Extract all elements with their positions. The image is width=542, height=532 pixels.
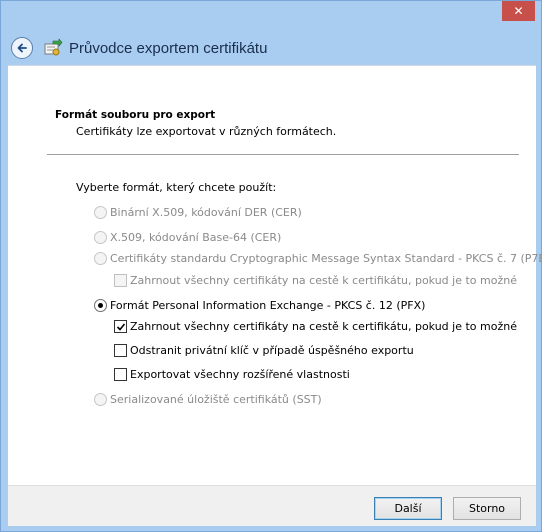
- next-button[interactable]: Další: [374, 497, 442, 520]
- cancel-button[interactable]: Storno: [453, 497, 521, 520]
- radio-option-base64[interactable]: X.509, kódování Base-64 (CER): [94, 231, 281, 244]
- checkbox-p7b-include-label: Zahrnout všechny certifikáty na cestě k …: [130, 274, 517, 287]
- radio-base64-label: X.509, kódování Base-64 (CER): [110, 231, 282, 244]
- radio-der-label: Binární X.509, kódování DER (CER): [110, 206, 302, 219]
- checkbox-pfx-include-label: Zahrnout všechny certifikáty na cestě k …: [130, 320, 517, 333]
- radio-base64[interactable]: [94, 231, 107, 244]
- checkmark-icon: [116, 323, 126, 331]
- radio-option-p7b[interactable]: Certifikáty standardu Cryptographic Mess…: [94, 252, 542, 265]
- checkbox-pfx-include[interactable]: [114, 320, 127, 333]
- radio-pfx[interactable]: [94, 299, 107, 312]
- radio-p7b-label: Certifikáty standardu Cryptographic Mess…: [110, 252, 542, 265]
- radio-option-sst[interactable]: Serializované úložiště certifikátů (SST): [94, 393, 322, 406]
- checkbox-option-p7b-include[interactable]: Zahrnout všechny certifikáty na cestě k …: [114, 274, 517, 287]
- back-button[interactable]: [11, 37, 33, 59]
- wizard-content: Formát souboru pro export Certifikáty lz…: [8, 65, 542, 485]
- section-title: Formát souboru pro export: [55, 109, 216, 121]
- checkbox-export-props-label: Exportovat všechny rozšířené vlastnosti: [130, 368, 350, 381]
- checkbox-delete-key-label: Odstranit privátní klíč v případě úspěšn…: [130, 344, 414, 357]
- certificate-wizard-icon: [44, 38, 63, 56]
- radio-option-der[interactable]: Binární X.509, kódování DER (CER): [94, 206, 302, 219]
- format-prompt: Vyberte formát, který chcete použít:: [76, 181, 277, 194]
- wizard-title: Průvodce exportem certifikátu: [69, 39, 268, 57]
- section-subtitle: Certifikáty lze exportovat v různých for…: [76, 125, 337, 138]
- radio-pfx-label: Formát Personal Information Exchange - P…: [110, 299, 426, 312]
- wizard-header: Průvodce exportem certifikátu: [8, 31, 534, 65]
- radio-der[interactable]: [94, 206, 107, 219]
- checkbox-p7b-include[interactable]: [114, 274, 127, 287]
- radio-sst[interactable]: [94, 393, 107, 406]
- radio-p7b[interactable]: [94, 252, 107, 265]
- wizard-window: ✕ Průvodce exportem certifikátu Formát s…: [0, 0, 542, 532]
- checkbox-export-props[interactable]: [114, 368, 127, 381]
- checkbox-delete-key[interactable]: [114, 344, 127, 357]
- checkbox-option-pfx-include[interactable]: Zahrnout všechny certifikáty na cestě k …: [114, 320, 517, 333]
- back-arrow-icon: [17, 43, 27, 53]
- close-button[interactable]: ✕: [502, 1, 535, 21]
- divider: [47, 154, 519, 155]
- radio-sst-label: Serializované úložiště certifikátů (SST): [110, 393, 322, 406]
- checkbox-option-delete-key[interactable]: Odstranit privátní klíč v případě úspěšn…: [114, 344, 414, 357]
- radio-option-pfx[interactable]: Formát Personal Information Exchange - P…: [94, 299, 425, 312]
- checkbox-option-export-props[interactable]: Exportovat všechny rozšířené vlastnosti: [114, 368, 350, 381]
- button-bar: Další Storno: [8, 485, 536, 526]
